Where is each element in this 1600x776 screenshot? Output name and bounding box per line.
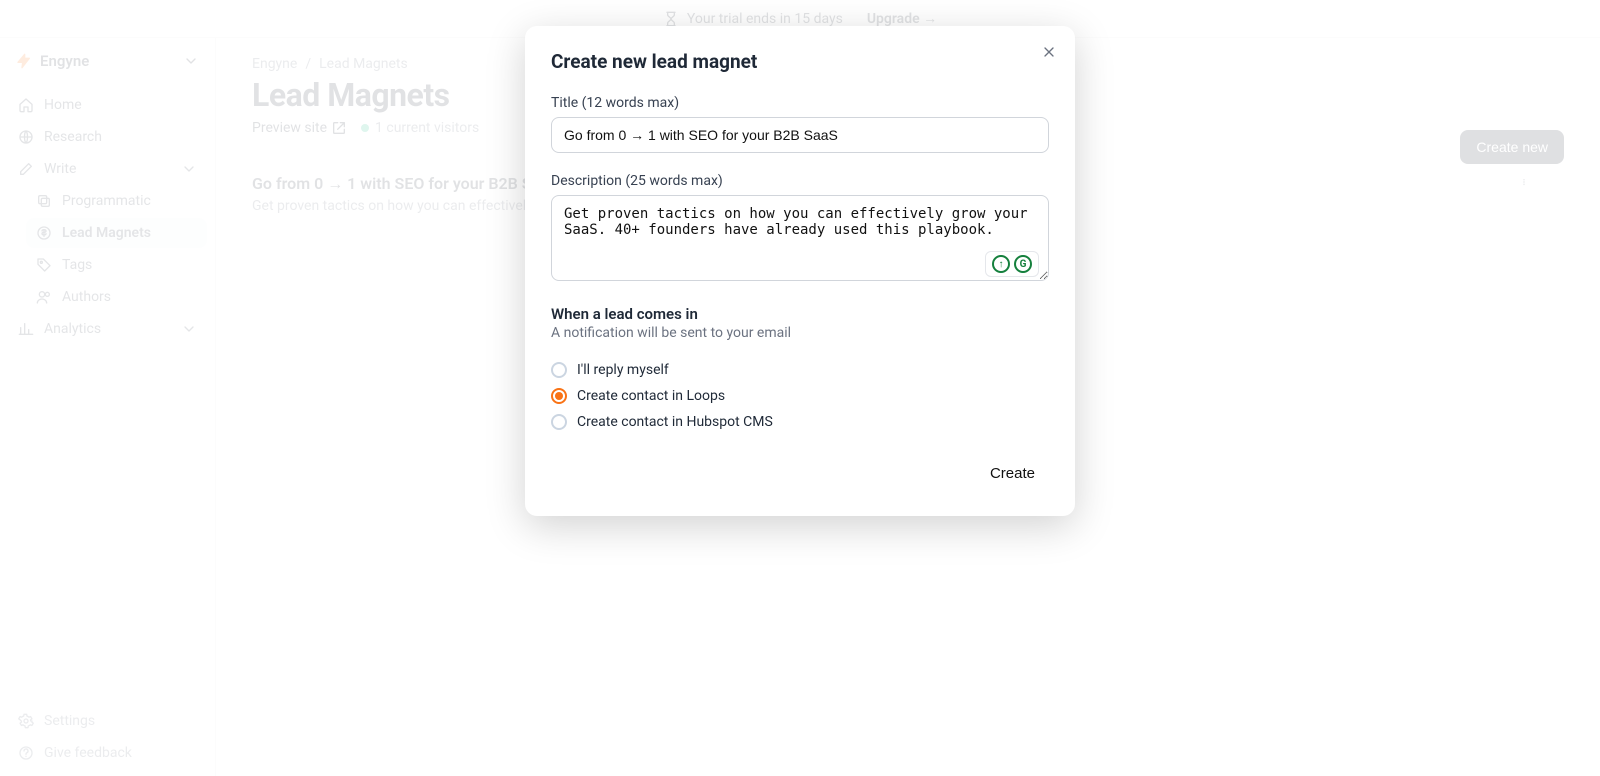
modal-create-button[interactable]: Create [976, 457, 1049, 490]
radio-icon [551, 414, 567, 430]
radio-reply-myself[interactable]: I'll reply myself [551, 357, 1049, 383]
radio-label: I'll reply myself [577, 362, 669, 378]
description-textarea[interactable] [551, 195, 1049, 281]
radio-icon [551, 362, 567, 378]
title-field-label: Title (12 words max) [551, 95, 1049, 111]
modal-heading: Create new lead magnet [551, 50, 1049, 73]
radio-label: Create contact in Hubspot CMS [577, 414, 773, 430]
radio-loops[interactable]: Create contact in Loops [551, 383, 1049, 409]
radio-hubspot[interactable]: Create contact in Hubspot CMS [551, 409, 1049, 435]
close-icon[interactable] [1041, 44, 1057, 60]
lead-section-title: When a lead comes in [551, 305, 1049, 323]
radio-icon [551, 388, 567, 404]
grammarly-badge[interactable]: ↑ G [985, 251, 1039, 277]
grammarly-g-icon: G [1014, 255, 1032, 273]
title-input[interactable] [551, 117, 1049, 153]
radio-label: Create contact in Loops [577, 388, 725, 404]
modal-overlay[interactable]: Create new lead magnet Title (12 words m… [0, 0, 1600, 776]
create-lead-magnet-modal: Create new lead magnet Title (12 words m… [525, 26, 1075, 516]
lead-section-sub: A notification will be sent to your emai… [551, 325, 1049, 341]
grammarly-plus-icon: ↑ [992, 255, 1010, 273]
description-field-label: Description (25 words max) [551, 173, 1049, 189]
